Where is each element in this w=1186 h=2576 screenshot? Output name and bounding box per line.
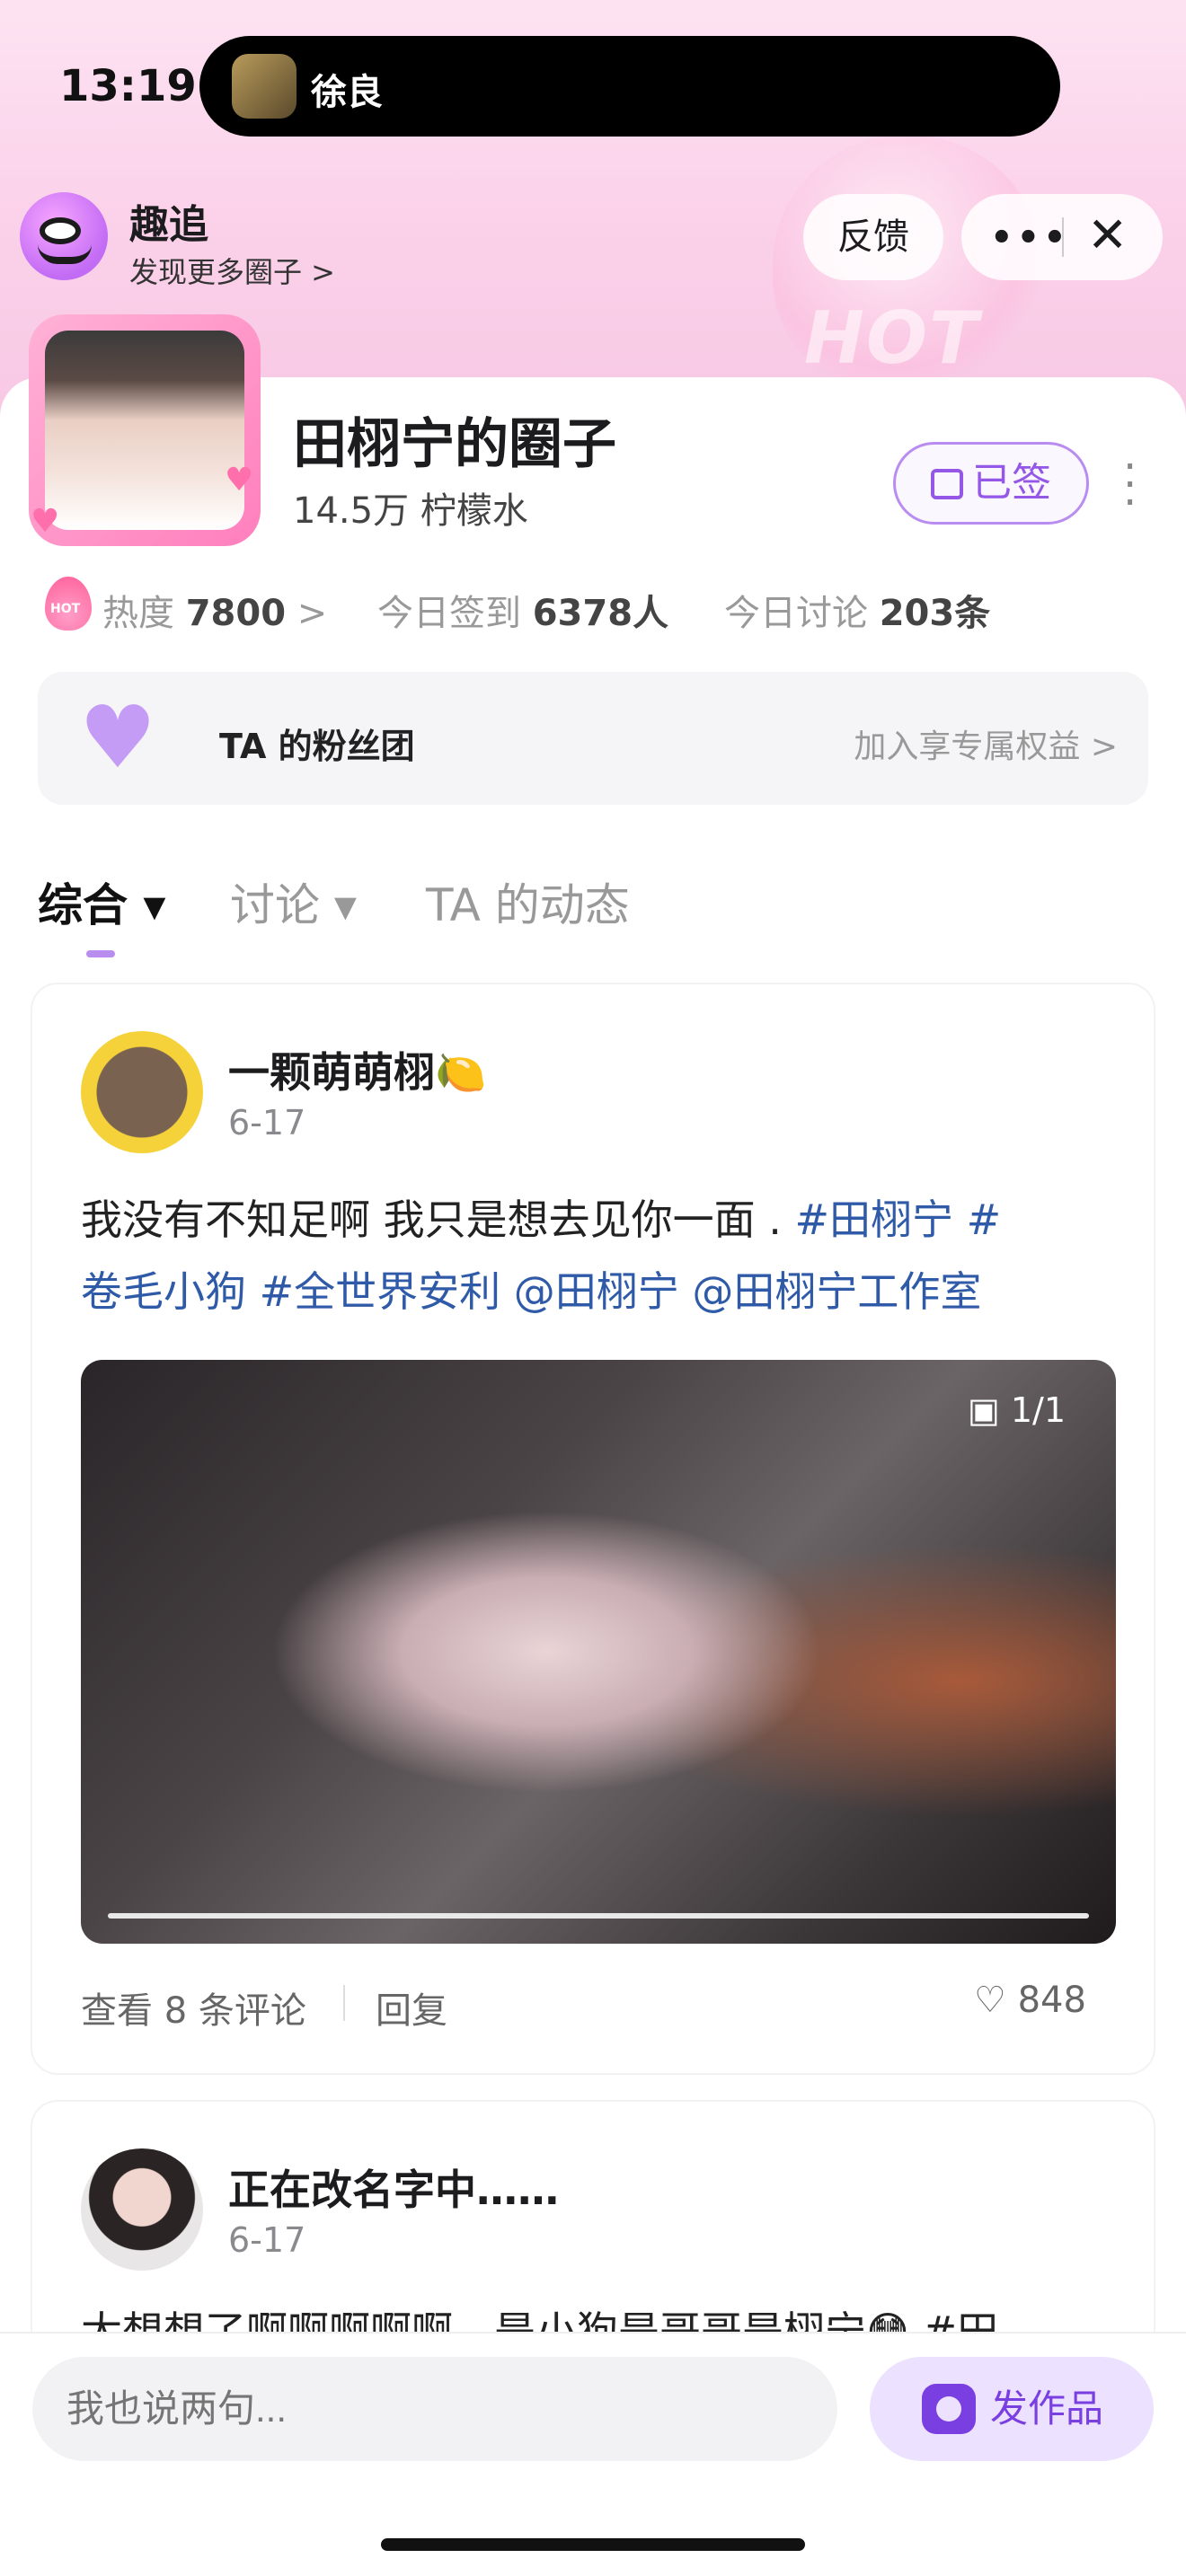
post-author-name[interactable]: 正在改名字中…… [228,2157,559,2217]
island-avatar [232,54,296,119]
heart-outline-icon: ♡ [974,1980,1006,2021]
fan-club-title: TA 的粉丝团 [219,727,415,766]
tab-overview[interactable]: 综合 ▾ [38,869,166,934]
tab-discussion[interactable]: 讨论 ▾ [230,869,357,934]
close-icon[interactable]: ✕ [1087,207,1128,263]
publish-label: 发作品 [990,2386,1104,2430]
comment-input[interactable] [32,2357,837,2461]
like-button[interactable]: ♡ 848 [974,1980,1086,2021]
signed-label: 已签 [972,460,1051,506]
post-text[interactable]: 我没有不知足啊 我只是想去见你一面 . #田栩宁 # 卷毛小狗 #全世界安利 @… [81,1184,1114,1328]
chevron-right-icon: > [296,593,328,634]
home-indicator[interactable] [381,2538,805,2551]
kebab-menu-icon[interactable]: · · · [1123,446,1137,525]
logo-smile [38,244,92,264]
post-date: 6-17 [228,2220,306,2260]
post-date: 6-17 [228,1103,306,1142]
discuss-value: 203条 [879,593,991,634]
fan-club-join-link[interactable]: 加入享专属权益 > [854,720,1118,767]
calendar-icon [931,469,963,499]
logo-eye [40,217,81,244]
post-author-avatar[interactable] [81,1031,203,1153]
heat-value: 7800 [185,593,287,634]
image-count-badge: ▣ 1/1 [967,1390,1066,1430]
island-contact-name: 徐良 [311,72,383,113]
post-hashtags-line1[interactable]: #田栩宁 # [795,1195,1002,1244]
image-progress-bar [108,1913,1089,1919]
checkin-signed-button[interactable]: 已签 [893,442,1089,525]
heat-stat[interactable]: 热度 7800 > [102,584,327,636]
fan-club-heart-icon: ♥ [79,687,157,788]
circle-avatar-photo [45,331,244,530]
app-logo-icon[interactable] [20,192,108,280]
discuss-stat: 今日讨论 203条 [724,584,990,636]
app-name[interactable]: 趣追 [129,192,208,250]
view-comments-link[interactable]: 查看 8 条评论 [81,1981,306,2033]
post-hashtags-line2[interactable]: 卷毛小狗 #全世界安利 @田栩宁 @田栩宁工作室 [81,1267,981,1316]
fan-club-bar[interactable]: ♥ TA 的粉丝团 加入享专属权益 > [38,672,1148,805]
tab-active-indicator [86,950,115,957]
status-time: 13:19 [59,61,197,111]
post-image[interactable]: ▣ 1/1 [81,1360,1116,1944]
camera-icon [922,2384,976,2434]
dynamic-island[interactable]: 徐良 [199,36,1060,137]
post-text-body: 我没有不知足啊 我只是想去见你一面 . [81,1195,795,1244]
heat-label: 热度 [102,593,174,634]
circle-avatar[interactable]: ♥ ♥ [29,314,261,546]
more-icon[interactable]: ••• [990,217,1070,259]
post-text-preview[interactable]: 太想想了啊啊啊啊啊，是小狗是哥哥是栩宁😳 #田 [81,2296,1114,2332]
heart-icon: ♥ [31,503,60,540]
discuss-label: 今日讨论 [724,593,868,634]
circle-title: 田栩宁的圈子 [293,413,616,476]
heart-icon: ♥ [225,462,254,498]
reply-button[interactable]: 回复 [376,1981,447,2033]
hot-flame-label: HOT [50,602,81,616]
checkin-stat: 今日签到 6378人 [377,584,668,636]
hot-decoration-text: HOT [804,296,980,380]
circle-subtitle: 14.5万 柠檬水 [293,490,528,532]
mini-program-capsule: ••• ✕ [961,194,1163,280]
footer-separator [343,1985,345,2021]
publish-work-button[interactable]: 发作品 [870,2357,1154,2461]
like-count: 848 [1017,1980,1086,2021]
checkin-label: 今日签到 [377,593,521,634]
checkin-value: 6378人 [532,593,669,634]
image-count: 1/1 [1010,1390,1066,1430]
post-author-name[interactable]: 一颗萌萌栩🍋 [228,1040,486,1099]
post-author-avatar[interactable] [81,2148,203,2271]
capsule-divider [1062,217,1064,257]
discover-more-circles-link[interactable]: 发现更多圈子 > [129,250,335,291]
feedback-button[interactable]: 反馈 [803,194,943,280]
tab-ta-activity[interactable]: TA 的动态 [426,869,630,934]
